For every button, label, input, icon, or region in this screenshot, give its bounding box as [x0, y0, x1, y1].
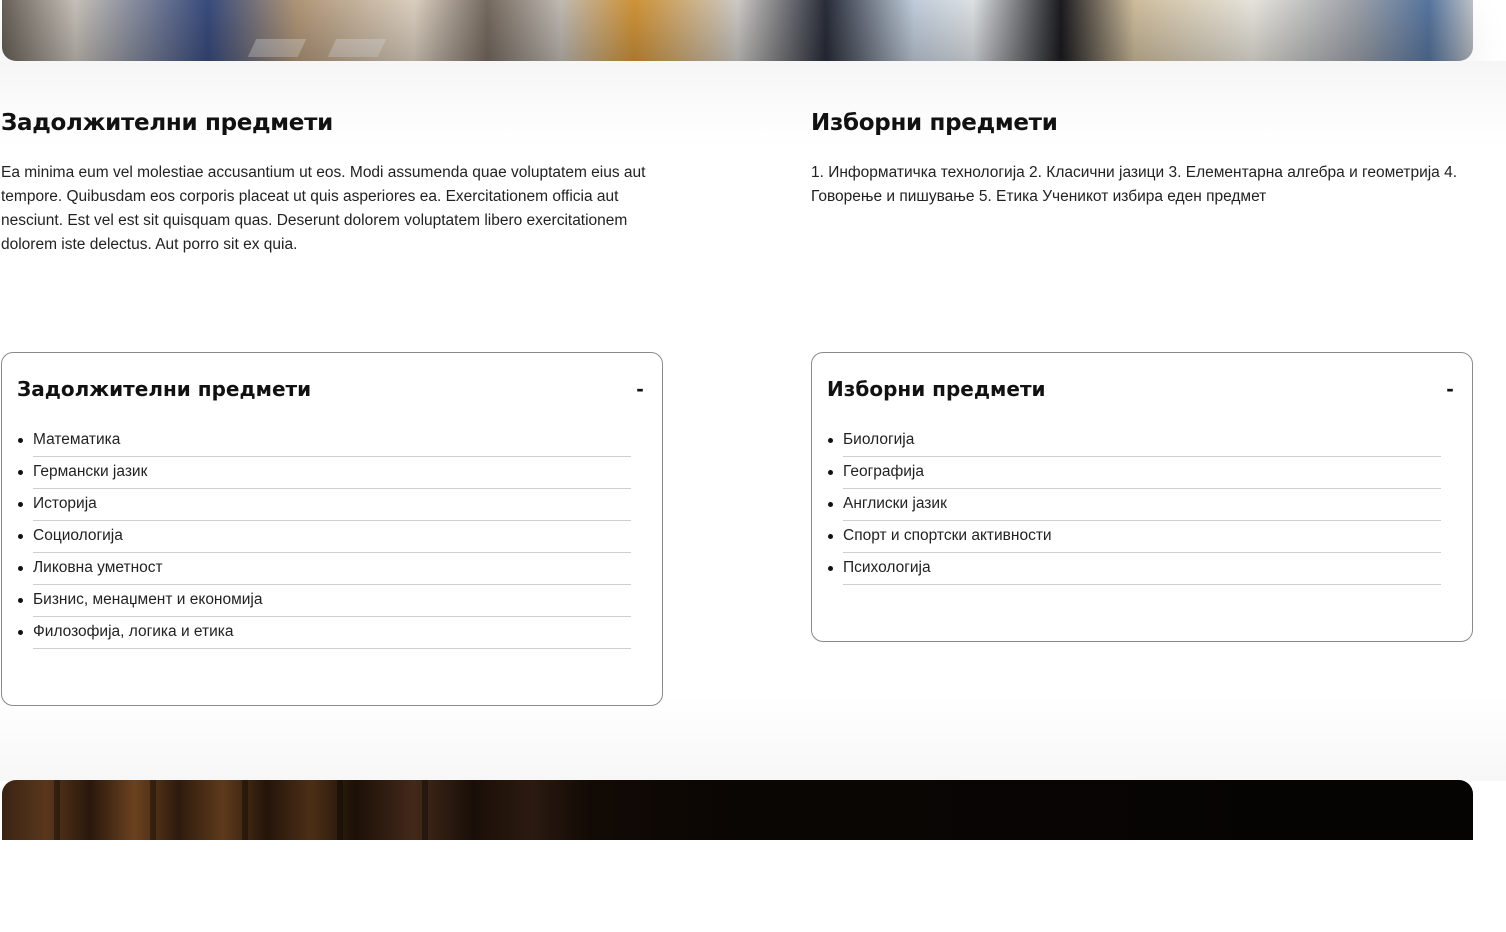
elective-card-title: Изборни предмети — [827, 377, 1046, 401]
list-item: Социологија — [18, 521, 631, 553]
list-item: Спорт и спортски активности — [828, 521, 1441, 553]
mandatory-card-title: Задолжителни предмети — [17, 377, 312, 401]
mandatory-subjects-description: Ea minima eum vel molestiae accusantium … — [1, 164, 646, 253]
list-item: Ликовна уметност — [18, 553, 631, 585]
list-item: Филозофија, логика и етика — [18, 617, 631, 649]
mandatory-subjects-card: Задолжителни предмети - Математика Герман… — [1, 352, 663, 706]
collapse-toggle-icon[interactable]: - — [1442, 376, 1458, 402]
elective-subjects-description: 1. Информатичка технологија 2. Класични … — [811, 164, 1458, 205]
mandatory-card-header[interactable]: Задолжителни предмети - — [2, 353, 662, 425]
list-item: Математика — [18, 425, 631, 457]
list-item: Германски јазик — [18, 457, 631, 489]
collapse-toggle-icon[interactable]: - — [632, 376, 648, 402]
top-banner-image — [2, 0, 1473, 61]
elective-subjects-heading: Изборни предмети — [811, 110, 1058, 136]
list-item: Бизнис, менаџмент и економија — [18, 585, 631, 617]
list-item: Географија — [828, 457, 1441, 489]
elective-subjects-list: Биологија Географија Англиски јазик Спорт и… — [812, 425, 1472, 585]
mandatory-subjects-list: Математика Германски јазик Историја Социоло… — [2, 425, 662, 649]
page: Задолжителни предмети Ea minima eum vel … — [0, 0, 1506, 932]
mandatory-subjects-heading: Задолжителни предмети — [1, 110, 333, 136]
list-item: Англиски јазик — [828, 489, 1441, 521]
elective-subjects-card: Изборни предмети - Биологија Географија Ан… — [811, 352, 1473, 642]
bottom-banner-image — [2, 780, 1473, 840]
list-item: Психологија — [828, 553, 1441, 585]
list-item: Историја — [18, 489, 631, 521]
list-item: Биологија — [828, 425, 1441, 457]
elective-card-header[interactable]: Изборни предмети - — [812, 353, 1472, 425]
